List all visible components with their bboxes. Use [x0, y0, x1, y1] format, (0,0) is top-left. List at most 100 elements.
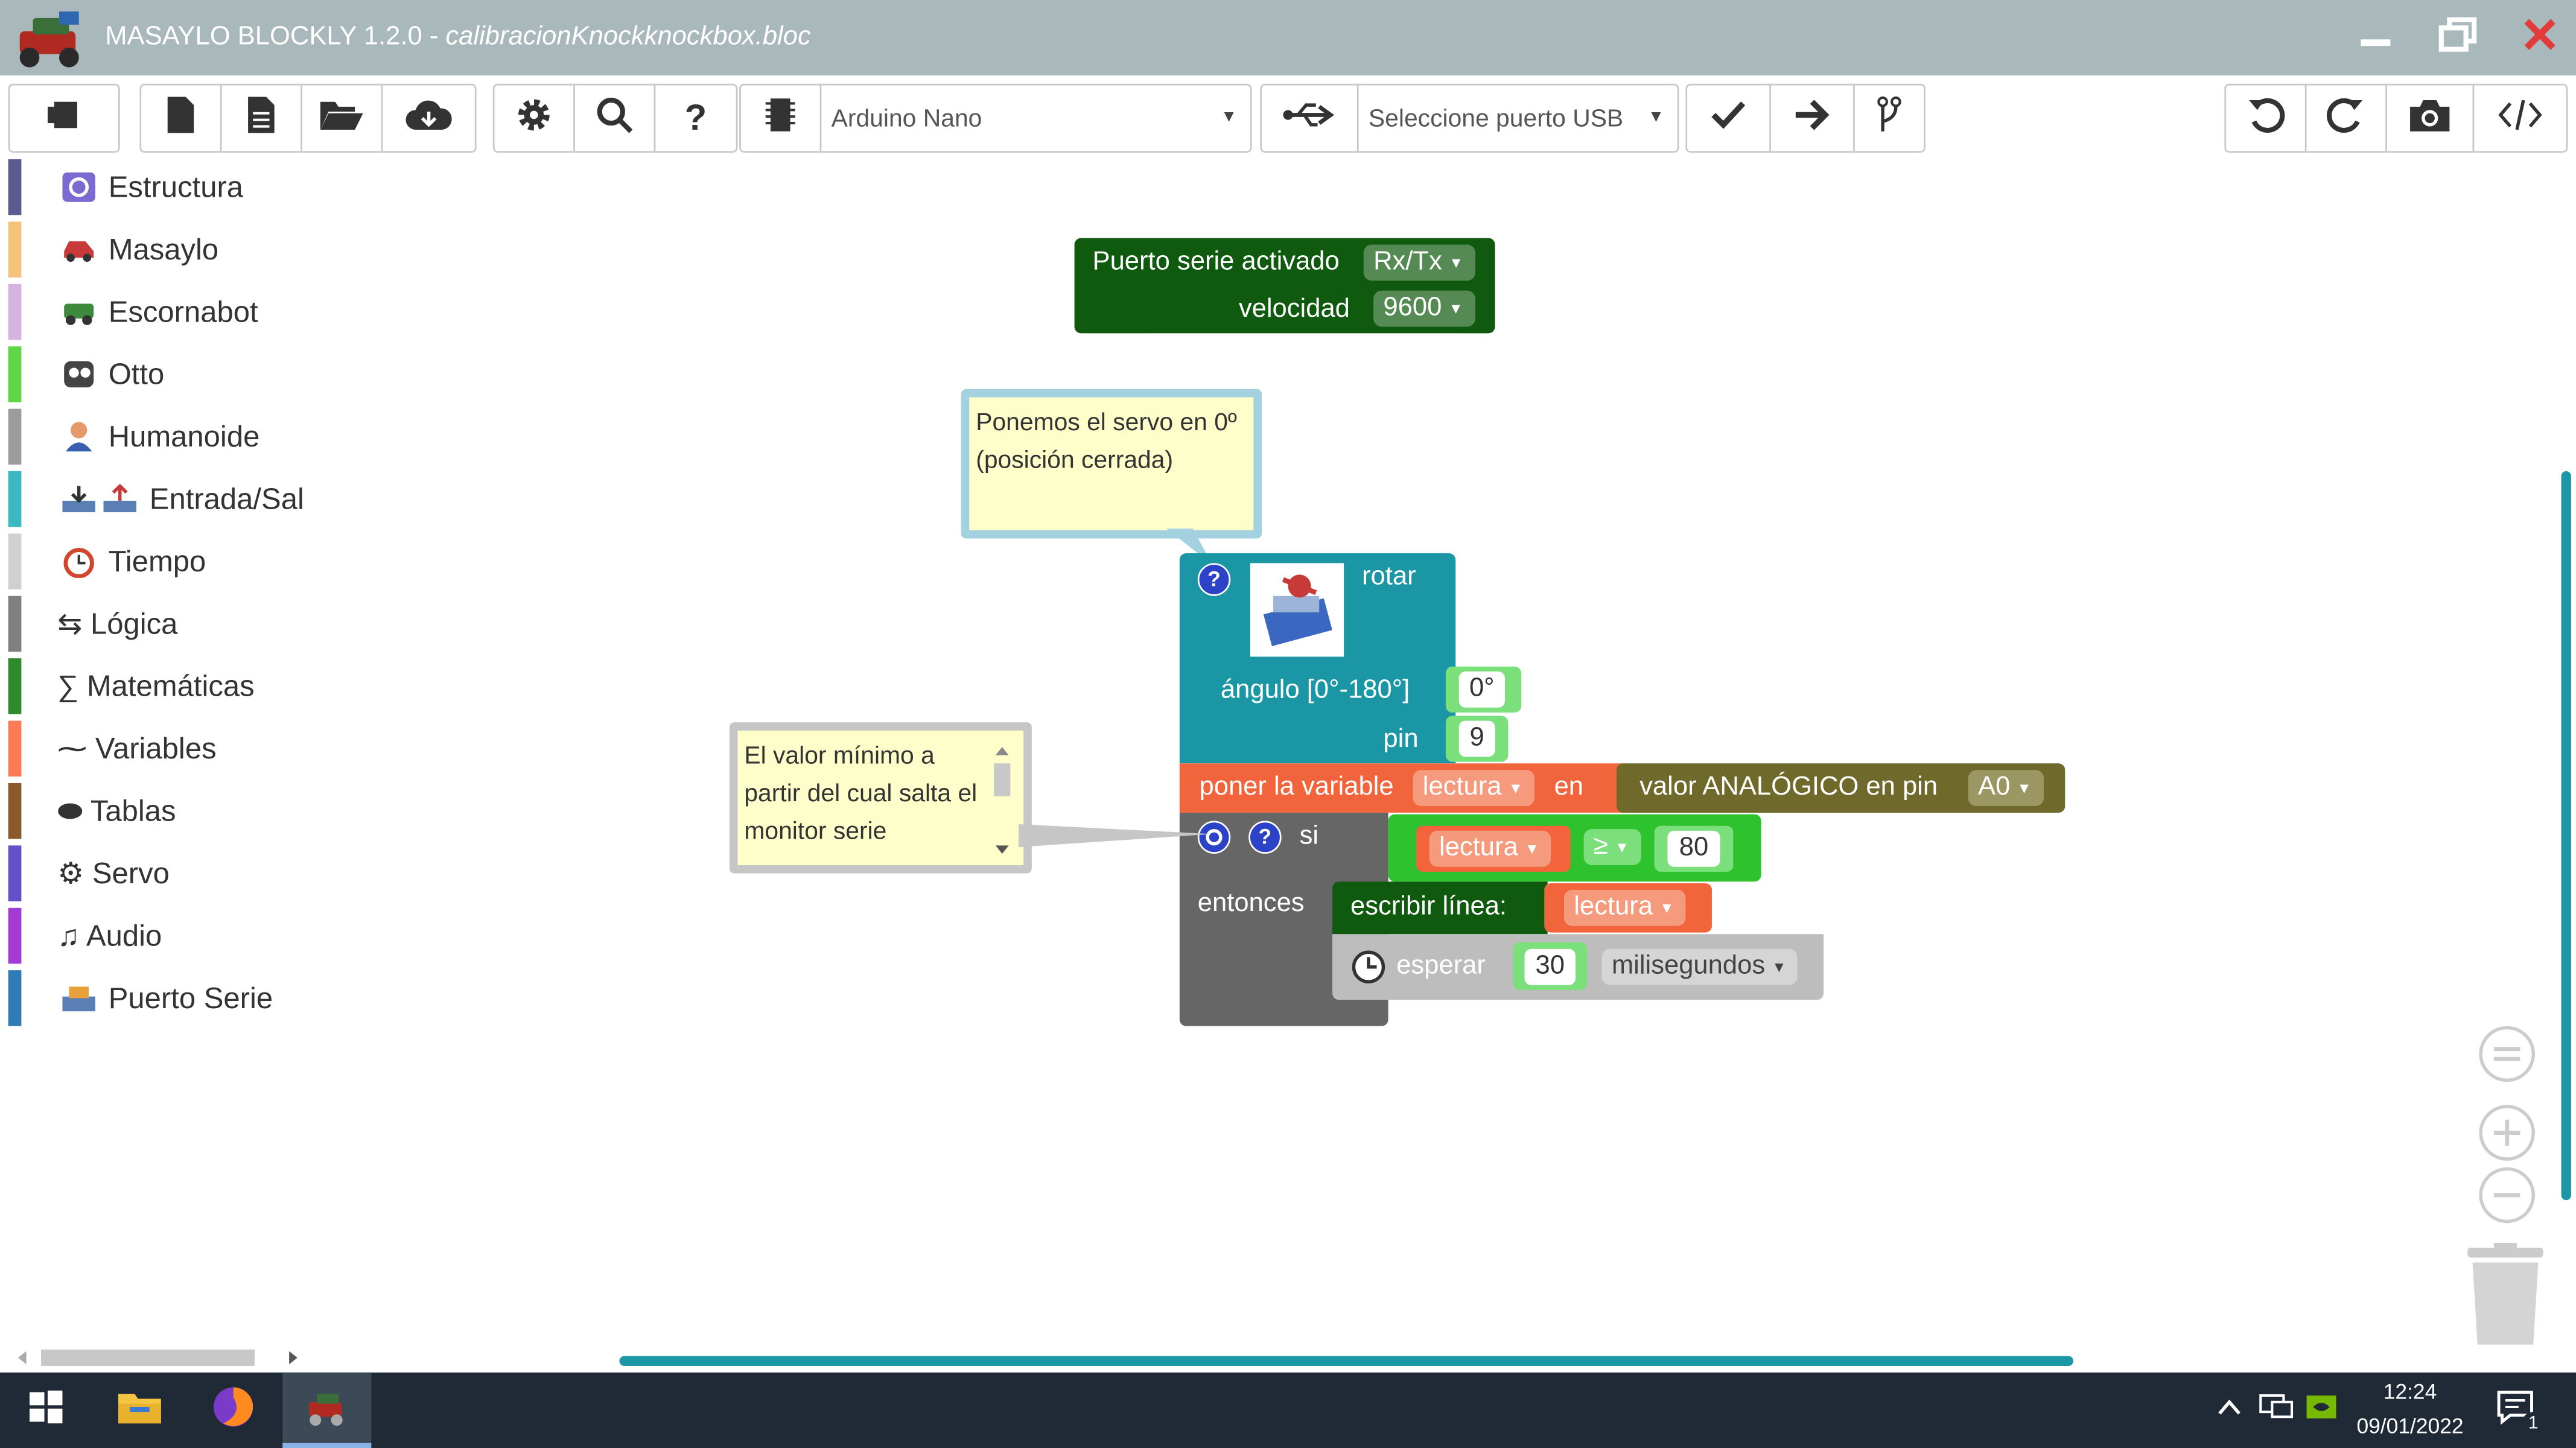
compare-variable-dropdown[interactable]: lectura ▼ — [1429, 830, 1551, 867]
pin-number-block[interactable]: 9 — [1445, 716, 1509, 762]
help-button[interactable]: ? — [655, 85, 736, 151]
file-name: calibracionKnockknockbox.bloc — [445, 23, 811, 51]
print-variable-block[interactable]: lectura ▼ — [1544, 883, 1712, 933]
edit-group — [2224, 83, 2568, 153]
angle-value-field[interactable]: 0° — [1458, 671, 1505, 708]
set-variable-block[interactable]: poner la variable lectura ▼ en — [1179, 763, 1623, 813]
clock-date[interactable]: 09/01/2022 — [2348, 1414, 2473, 1438]
speed-dropdown[interactable]: 9600 ▼ — [1373, 290, 1475, 327]
help-icon[interactable]: ? — [1248, 821, 1282, 854]
wait-number-block[interactable]: 30 — [1513, 942, 1588, 990]
wait-value-field[interactable]: 30 — [1524, 948, 1576, 985]
code-view-button[interactable] — [2474, 85, 2566, 151]
firefox-button[interactable] — [192, 1373, 275, 1448]
variable-dropdown[interactable]: lectura ▼ — [1413, 770, 1534, 807]
trash-icon — [2464, 1242, 2546, 1354]
restore-button[interactable] — [2417, 0, 2499, 75]
camera-icon — [2408, 96, 2451, 140]
category-masaylo[interactable]: Masaylo — [0, 221, 411, 278]
threshold-number-block[interactable]: 80 — [1654, 825, 1734, 872]
category-logica[interactable]: ⇆ Lógica — [0, 595, 411, 652]
threshold-comment-bubble[interactable]: El valor mínimo a partir del cual salta … — [729, 722, 1032, 874]
analog-read-block[interactable]: valor ANALÓGICO en pin A0 ▼ — [1617, 763, 2066, 813]
then-label: entonces — [1197, 889, 1305, 918]
horizontal-scrollbar[interactable] — [619, 1356, 2073, 1366]
start-button[interactable] — [5, 1373, 87, 1448]
time-unit-dropdown[interactable]: milisegundos ▼ — [1601, 948, 1798, 985]
variable-get-block[interactable]: lectura ▼ — [1416, 825, 1571, 872]
open-folder-button[interactable] — [302, 85, 383, 151]
settings-button[interactable] — [495, 85, 575, 151]
board-button[interactable] — [741, 85, 822, 151]
analog-pin-dropdown[interactable]: A0 ▼ — [1968, 770, 2043, 807]
undo-button[interactable] — [2226, 85, 2307, 151]
search-icon — [595, 94, 634, 142]
cloud-download-icon — [405, 96, 452, 140]
nvidia-tray-button[interactable] — [2300, 1373, 2343, 1448]
masaylo-taskbar-button[interactable] — [282, 1372, 372, 1448]
angle-number-block[interactable]: 0° — [1445, 666, 1522, 713]
branch-button[interactable] — [1855, 85, 1924, 151]
threshold-value-field[interactable]: 80 — [1667, 830, 1720, 867]
clock-time[interactable]: 12:24 — [2366, 1379, 2455, 1404]
category-matematicas[interactable]: ∑ Matemáticas — [0, 658, 411, 714]
compare-block[interactable]: lectura ▼ ≥ ▼ 80 — [1388, 814, 1761, 882]
network-tray-button[interactable] — [2254, 1373, 2297, 1448]
zoom-reset-button[interactable] — [2476, 1023, 2538, 1093]
trash-can-button[interactable] — [2464, 1242, 2546, 1356]
category-humanoide[interactable]: Humanoide — [0, 408, 411, 465]
sidebar-scrollbar[interactable] — [8, 1345, 304, 1371]
screenshot-button[interactable] — [2387, 85, 2475, 151]
minimize-button[interactable] — [2335, 0, 2417, 75]
chevron-down-icon: ▼ — [1614, 839, 1630, 856]
category-variables[interactable]: ⁓ Variables — [0, 720, 411, 777]
category-puerto-serie[interactable]: Puerto Serie — [0, 970, 411, 1026]
new-file-button[interactable] — [141, 85, 222, 151]
undo-icon — [2246, 94, 2285, 142]
close-button[interactable] — [2499, 0, 2576, 75]
wait-block[interactable]: esperar 30 milisegundos ▼ — [1332, 934, 1824, 1000]
category-estructura[interactable]: Estructura — [0, 159, 411, 215]
print-line-block[interactable]: escribir línea: — [1332, 881, 1548, 935]
new-document-button[interactable] — [222, 85, 302, 151]
notifications-button[interactable]: 1 — [2474, 1373, 2556, 1448]
upload-button[interactable] — [1771, 85, 1855, 151]
category-audio[interactable]: ♫ Audio — [0, 907, 411, 964]
category-tiempo[interactable]: Tiempo — [0, 533, 411, 589]
file-explorer-button[interactable] — [98, 1373, 180, 1448]
help-icon[interactable]: ? — [1197, 563, 1231, 596]
comment-scrollbar[interactable] — [991, 740, 1014, 862]
cloud-download-button[interactable] — [383, 85, 474, 151]
category-color-bar — [8, 221, 22, 278]
serial-label: Puerto serie activado — [1092, 247, 1340, 276]
board-group: Arduino Nano ▼ — [739, 83, 1252, 153]
vertical-scrollbar[interactable] — [2561, 471, 2571, 1201]
zoom-in-button[interactable] — [2476, 1102, 2538, 1172]
category-otto[interactable]: Otto — [0, 346, 411, 402]
pin-value-field[interactable]: 9 — [1458, 720, 1495, 757]
category-servo[interactable]: ⚙ Servo — [0, 845, 411, 901]
serial-mode-dropdown[interactable]: Rx/Tx ▼ — [1363, 244, 1475, 281]
category-escornabot[interactable]: Escornabot — [0, 284, 411, 340]
tray-expand-button[interactable] — [2208, 1373, 2251, 1448]
search-button[interactable] — [575, 85, 656, 151]
usb-button[interactable] — [1262, 85, 1359, 151]
category-color-bar — [8, 159, 22, 215]
redo-button[interactable] — [2307, 85, 2387, 151]
servo-rotate-block[interactable]: ? rotar ángulo [0°-180°] pin — [1179, 553, 1456, 764]
zoom-out-button[interactable] — [2476, 1164, 2538, 1234]
toolbar: ? Arduino Nano ▼ Seleccione puerto USB ▼ — [0, 75, 2576, 161]
category-tablas[interactable]: ⬬ Tablas — [0, 783, 411, 839]
port-select[interactable]: Seleccione puerto USB ▼ — [1359, 85, 1676, 151]
board-select[interactable]: Arduino Nano ▼ — [821, 85, 1248, 151]
print-variable-dropdown[interactable]: lectura ▼ — [1563, 889, 1686, 926]
servo-comment-bubble[interactable]: Ponemos el servo en 0º (posición cerrada… — [961, 389, 1262, 539]
category-entrada-salida[interactable]: Entrada/Sal — [0, 471, 411, 527]
sidebar-toggle-button[interactable] — [10, 85, 118, 151]
servo-motor-image — [1250, 563, 1344, 657]
angle-label: ángulo [0°-180°] — [1220, 676, 1410, 705]
serial-port-block[interactable]: Puerto serie activado Rx/Tx ▼ velocidad 9… — [1074, 238, 1495, 334]
file-group — [139, 83, 477, 153]
operator-dropdown[interactable]: ≥ ▼ — [1583, 829, 1641, 866]
verify-button[interactable] — [1687, 85, 1771, 151]
